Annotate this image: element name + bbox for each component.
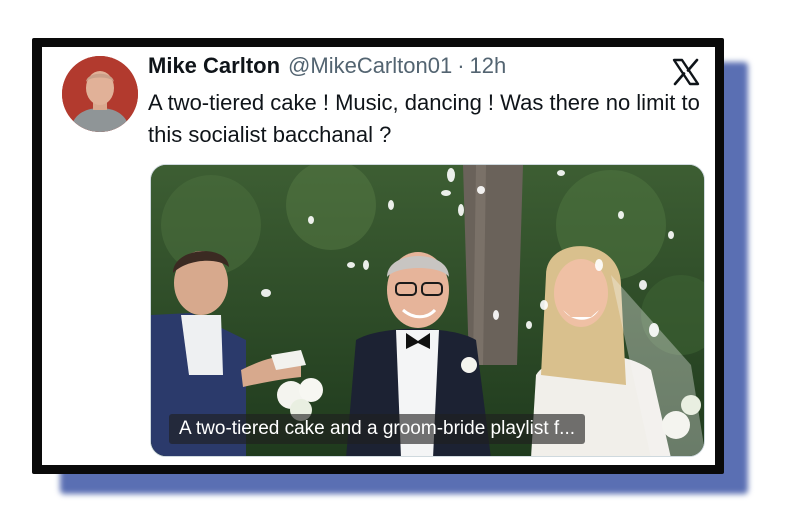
tweet-card[interactable]: Mike Carlton @MikeCarlton01 · 12h A two-… — [42, 47, 715, 465]
tweet-header: Mike Carlton @MikeCarlton01 · 12h — [148, 53, 506, 79]
tweet-timestamp[interactable]: 12h — [470, 53, 507, 79]
author-name[interactable]: Mike Carlton — [148, 53, 280, 79]
x-logo-icon[interactable] — [671, 57, 701, 87]
media-video[interactable]: A two-tiered cake and a groom-bride play… — [150, 164, 705, 457]
separator-dot: · — [457, 53, 465, 78]
author-handle[interactable]: @MikeCarlton01 — [288, 53, 452, 79]
avatar-portrait — [62, 56, 138, 132]
video-caption: A two-tiered cake and a groom-bride play… — [169, 414, 586, 444]
avatar[interactable] — [62, 56, 138, 132]
tweet-text: A two-tiered cake ! Music, dancing ! Was… — [148, 90, 700, 147]
